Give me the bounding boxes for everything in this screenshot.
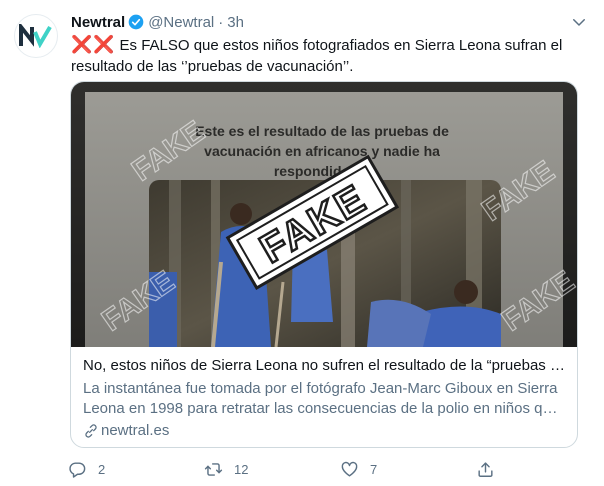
link-card[interactable]: Este es el resultado de las pruebas de v… bbox=[70, 81, 578, 448]
share-button[interactable] bbox=[476, 460, 506, 479]
reply-button[interactable]: 2 bbox=[68, 460, 105, 479]
separator: · bbox=[218, 13, 224, 31]
card-title[interactable]: No, estos niños de Sierra Leona no sufre… bbox=[83, 356, 565, 376]
like-count: 7 bbox=[370, 461, 378, 477]
reply-icon bbox=[69, 461, 86, 478]
card-body: No, estos niños de Sierra Leona no sufre… bbox=[83, 356, 565, 439]
retweet-icon bbox=[204, 462, 223, 476]
author-name[interactable]: Newtral bbox=[71, 14, 125, 31]
avatar[interactable] bbox=[14, 14, 58, 58]
newtral-logo-icon bbox=[19, 24, 52, 48]
chevron-down-icon[interactable] bbox=[570, 13, 588, 31]
card-image[interactable]: Este es el resultado de las pruebas de v… bbox=[71, 82, 577, 347]
share-icon bbox=[478, 461, 493, 477]
cross-mark-emoji: ❌❌ bbox=[71, 35, 116, 54]
tweet-actions: 2 12 7 bbox=[68, 458, 508, 480]
link-icon bbox=[85, 423, 97, 438]
heart-icon bbox=[341, 461, 358, 477]
verified-badge-icon bbox=[128, 14, 144, 30]
reply-count: 2 bbox=[98, 461, 106, 477]
tweet-text: ❌❌ Es FALSO que estos niños fotografiado… bbox=[71, 34, 581, 77]
like-button[interactable]: 7 bbox=[340, 460, 377, 479]
tweet-header: Newtral @Newtral · 3h bbox=[71, 11, 590, 33]
retweet-count: 12 bbox=[234, 461, 249, 477]
timestamp[interactable]: 3h bbox=[227, 14, 244, 31]
card-domain[interactable]: newtral.es bbox=[83, 422, 565, 439]
tweet-body: Es FALSO que estos niños fotografiados e… bbox=[71, 37, 563, 75]
card-domain-text: newtral.es bbox=[101, 422, 170, 439]
retweet-button[interactable]: 12 bbox=[204, 460, 248, 479]
author-handle[interactable]: @Newtral bbox=[148, 14, 214, 31]
card-description: La instantánea fue tomada por el fotógra… bbox=[83, 380, 560, 417]
